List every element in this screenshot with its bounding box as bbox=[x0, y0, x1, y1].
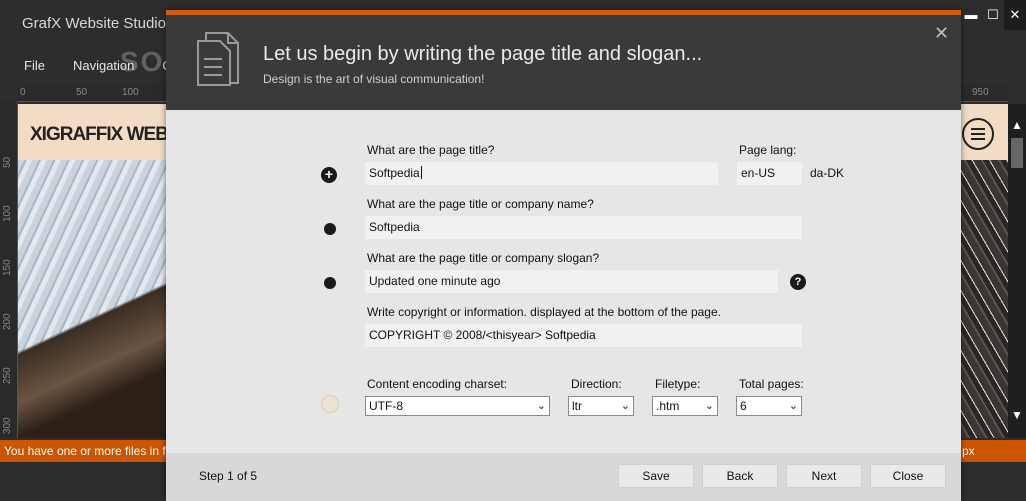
copyright-label: Write copyright or information. displaye… bbox=[367, 305, 721, 319]
status-indicator-icon bbox=[321, 395, 339, 413]
dialog-title: Let us begin by writing the page title a… bbox=[263, 43, 703, 65]
scrollbar-thumb[interactable] bbox=[1011, 138, 1023, 168]
site-logo: XIGRAFFIX WEBD bbox=[30, 124, 182, 145]
save-button[interactable]: Save bbox=[618, 464, 694, 488]
status-message: You have one or more files in f bbox=[4, 444, 166, 458]
chevron-down-icon: ⌄ bbox=[788, 400, 798, 412]
direction-select[interactable]: ltr ⌄ bbox=[568, 396, 634, 416]
back-button[interactable]: Back bbox=[702, 464, 778, 488]
menu-navigation[interactable]: Navigation bbox=[45, 55, 134, 79]
charset-select[interactable]: UTF-8 ⌄ bbox=[365, 396, 550, 416]
ruler-tick: 300 bbox=[2, 417, 13, 434]
setup-wizard-dialog: Let us begin by writing the page title a… bbox=[166, 10, 961, 501]
vertical-scrollbar[interactable]: ▲ ▼ bbox=[1008, 104, 1026, 438]
maximize-icon[interactable]: ☐ bbox=[982, 0, 1004, 30]
ruler-tick: 0 bbox=[20, 87, 26, 98]
ruler-tick: 100 bbox=[2, 205, 13, 222]
close-window-icon[interactable]: ✕ bbox=[1004, 0, 1026, 30]
total-pages-label: Total pages: bbox=[739, 377, 804, 391]
filetype-value: .htm bbox=[656, 399, 680, 413]
ruler-tick: 50 bbox=[2, 156, 13, 168]
page-lang-input[interactable]: en-US bbox=[737, 162, 802, 185]
total-pages-select[interactable]: 6 ⌄ bbox=[736, 396, 802, 416]
hamburger-menu-icon[interactable] bbox=[962, 118, 994, 150]
chevron-down-icon: ⌄ bbox=[536, 400, 546, 412]
filetype-label: Filetype: bbox=[655, 377, 701, 391]
minimize-icon[interactable]: ▬ bbox=[960, 0, 982, 30]
window-controls: ▬ ☐ ✕ bbox=[960, 0, 1026, 30]
site-hero-image-right bbox=[960, 160, 1008, 438]
company-name-label: What are the page title or company name? bbox=[367, 197, 594, 211]
chevron-down-icon: ⌄ bbox=[620, 400, 630, 412]
dialog-footer: Step 1 of 5 Save Back Next Close bbox=[166, 453, 961, 501]
scroll-down-icon[interactable]: ▼ bbox=[1010, 408, 1024, 422]
direction-label: Direction: bbox=[571, 377, 622, 391]
ruler-tick: 100 bbox=[122, 87, 139, 98]
charset-label: Content encoding charset: bbox=[367, 377, 508, 391]
ruler-vertical: 50 100 150 200 250 300 bbox=[0, 102, 18, 438]
add-icon[interactable]: + bbox=[321, 167, 337, 183]
bullet-icon bbox=[324, 277, 336, 289]
ruler-tick: 200 bbox=[2, 313, 13, 330]
document-icon bbox=[197, 32, 239, 86]
page-lang-label: Page lang: bbox=[739, 143, 797, 157]
step-indicator: Step 1 of 5 bbox=[199, 469, 258, 483]
copyright-input[interactable]: COPYRIGHT © 2008/<thisyear> Softpedia bbox=[365, 324, 802, 347]
chevron-down-icon: ⌄ bbox=[704, 400, 714, 412]
ruler-tick: 950 bbox=[972, 87, 989, 98]
help-icon[interactable]: ? bbox=[790, 274, 806, 290]
dialog-header: Let us begin by writing the page title a… bbox=[166, 15, 961, 110]
bullet-icon bbox=[324, 223, 336, 235]
page-title-label: What are the page title? bbox=[367, 143, 495, 157]
direction-value: ltr bbox=[572, 399, 582, 413]
next-button[interactable]: Next bbox=[786, 464, 862, 488]
filetype-select[interactable]: .htm ⌄ bbox=[652, 396, 718, 416]
company-name-input[interactable]: Softpedia bbox=[365, 216, 802, 239]
status-unit: px bbox=[962, 444, 975, 458]
scroll-up-icon[interactable]: ▲ bbox=[1010, 118, 1024, 132]
ruler-tick: 50 bbox=[76, 87, 88, 98]
ruler-tick: 150 bbox=[2, 259, 13, 276]
dialog-body: What are the page title? + Softpedia Pag… bbox=[166, 110, 961, 453]
dialog-subtitle: Design is the art of visual communicatio… bbox=[263, 72, 485, 86]
total-pages-value: 6 bbox=[740, 399, 747, 413]
ruler-tick: 250 bbox=[2, 367, 13, 384]
charset-value: UTF-8 bbox=[369, 399, 403, 413]
close-button[interactable]: Close bbox=[870, 464, 946, 488]
page-lang-alt[interactable]: da-DK bbox=[810, 166, 844, 180]
app-title: GrafX Website Studio bbox=[22, 15, 166, 32]
menu-file[interactable]: File bbox=[0, 55, 45, 79]
page-title-input[interactable]: Softpedia bbox=[365, 162, 718, 185]
slogan-input[interactable]: Updated one minute ago bbox=[365, 270, 778, 293]
dialog-close-icon[interactable]: ✕ bbox=[934, 23, 949, 44]
slogan-label: What are the page title or company sloga… bbox=[367, 251, 600, 265]
site-hero-image bbox=[18, 160, 168, 438]
